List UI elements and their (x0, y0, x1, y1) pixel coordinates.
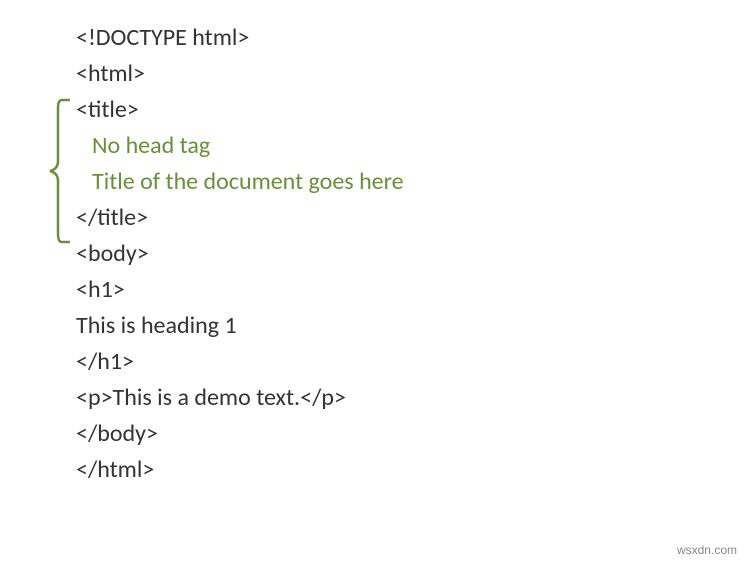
code-line-heading-text: This is heading 1 (76, 308, 745, 344)
code-line-html-open: <html> (76, 56, 745, 92)
code-line-body-open: <body> (76, 236, 745, 272)
code-line-html-close: </html> (76, 452, 745, 488)
code-line-comment-1: No head tag (76, 128, 745, 164)
watermark-text: wsxdn.com (677, 543, 737, 557)
code-line-comment-2: Title of the document goes here (76, 164, 745, 200)
code-line-h1-open: <h1> (76, 272, 745, 308)
code-line-body-close: </body> (76, 416, 745, 452)
code-line-title-close: </title> (76, 200, 745, 236)
code-line-paragraph: <p>This is a demo text.</p> (76, 380, 745, 416)
curly-brace-annotation (44, 98, 72, 244)
code-line-h1-close: </h1> (76, 344, 745, 380)
code-block: <!DOCTYPE html> <html> <title> No head t… (0, 20, 745, 488)
code-line-doctype: <!DOCTYPE html> (76, 20, 745, 56)
code-line-title-open: <title> (76, 92, 745, 128)
